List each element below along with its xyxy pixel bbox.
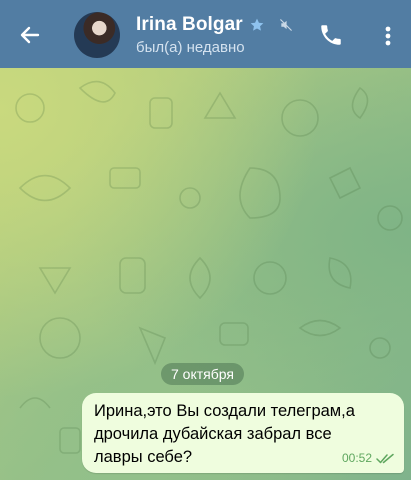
chat-area[interactable]: 7 октября Ирина,это Вы создали телеграм,… xyxy=(0,68,411,480)
last-seen-status: был(а) недавно xyxy=(136,39,245,56)
message-meta: 00:52 xyxy=(342,451,394,465)
chat-title[interactable]: Irina Bolgar был(а) недавно xyxy=(136,14,293,56)
back-button[interactable] xyxy=(14,20,46,50)
chat-header: Irina Bolgar был(а) недавно xyxy=(0,0,411,68)
message-time: 00:52 xyxy=(341,451,372,465)
outgoing-message[interactable]: Ирина,это Вы создали телеграм,а дрочила … xyxy=(82,393,404,473)
avatar[interactable] xyxy=(74,12,120,58)
arrow-left-icon xyxy=(20,26,40,44)
star-icon xyxy=(250,18,264,31)
double-check-icon xyxy=(376,453,394,463)
phone-icon xyxy=(321,25,341,45)
date-separator: 7 октября xyxy=(161,363,244,385)
contact-name: Irina Bolgar xyxy=(136,14,243,35)
call-button[interactable] xyxy=(318,22,346,50)
muted-icon xyxy=(279,19,292,31)
more-menu-button[interactable] xyxy=(378,22,398,50)
more-vertical-icon xyxy=(385,26,391,46)
